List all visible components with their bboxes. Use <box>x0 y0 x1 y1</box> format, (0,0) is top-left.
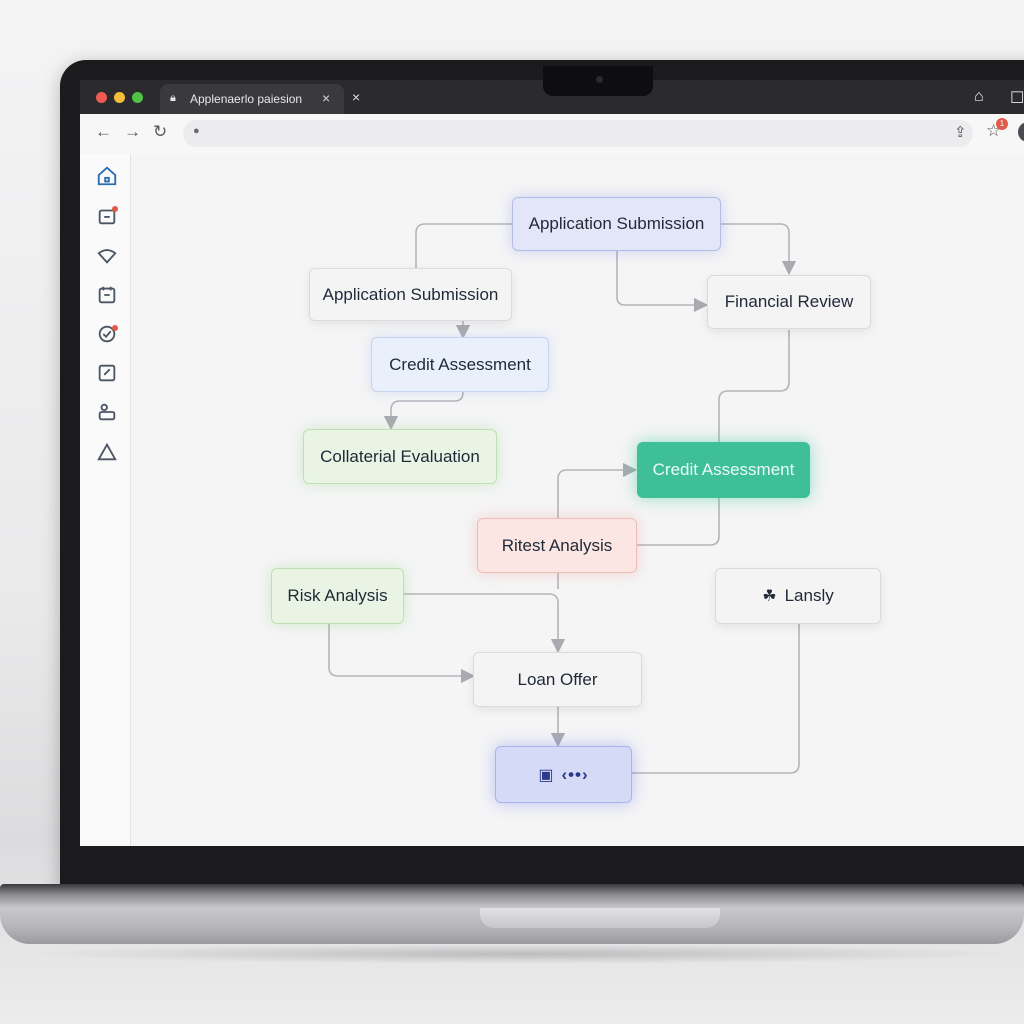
notification-dot <box>112 206 118 212</box>
laptop-base-notch <box>480 908 720 928</box>
node-label: Ritest Analysis <box>501 535 613 555</box>
address-bar[interactable] <box>183 120 973 147</box>
window-maximize-button[interactable] <box>132 92 143 103</box>
checkbox-icon[interactable] <box>96 362 118 384</box>
node-credit-assessment-highlight[interactable]: Credit Assessment <box>637 442 810 498</box>
warning-icon[interactable] <box>96 441 118 463</box>
node-label: Application Submission <box>528 214 705 233</box>
node-label: Credit Assessment <box>389 354 531 374</box>
app-area <box>80 154 1024 846</box>
camera-icon <box>596 76 603 83</box>
arrow-left-icon[interactable]: ← <box>95 122 112 142</box>
laptop-shadow <box>20 944 1024 964</box>
node-label: Lansly <box>784 586 834 605</box>
home-icon[interactable]: ⌂ <box>974 88 984 106</box>
notification-dot <box>112 325 118 331</box>
window-close-button[interactable] <box>96 92 107 103</box>
node-application-submission-left[interactable]: Application Submission <box>309 268 512 321</box>
arrow-right-icon[interactable]: → <box>124 122 141 142</box>
node-label: ‹••› <box>561 764 589 784</box>
users-icon[interactable] <box>96 401 118 423</box>
notification-badge: 1 <box>996 118 1008 130</box>
tab-title: Applenaerlo paiesion <box>190 92 303 106</box>
node-financial-review[interactable]: Financial Review <box>707 275 871 329</box>
lock-icon: ● <box>193 125 200 137</box>
node-risk-analysis[interactable]: Risk Analysis <box>271 568 404 624</box>
node-lansly[interactable]: ☘ Lansly <box>715 568 881 624</box>
chat-icon[interactable]: ☐ <box>1010 88 1024 108</box>
node-ritest-analysis[interactable]: Ritest Analysis <box>477 518 637 573</box>
close-icon[interactable]: × <box>352 89 360 105</box>
share-icon[interactable]: ⇪ <box>954 123 967 141</box>
node-label: Risk Analysis <box>287 586 388 605</box>
lock-icon: 🔒︎ <box>170 92 176 104</box>
window-minimize-button[interactable] <box>114 92 125 103</box>
tab-close-icon[interactable]: × <box>322 90 330 106</box>
node-label: Loan Offer <box>517 669 598 689</box>
node-label: Credit Assessment <box>652 460 795 479</box>
node-final[interactable]: ▣ ‹••› <box>495 746 632 803</box>
node-label: Collaterial Evaluation <box>320 446 480 466</box>
node-label: Application Submission <box>322 284 499 304</box>
browser-tab[interactable]: 🔒︎ Applenaerlo paiesion × <box>160 84 344 114</box>
home-icon[interactable] <box>96 165 118 187</box>
users-icon: ☘ <box>762 588 777 605</box>
node-credit-assessment[interactable]: Credit Assessment <box>371 337 549 392</box>
node-loan-offer[interactable]: Loan Offer <box>473 652 642 707</box>
square-dot-icon: ▣ <box>538 766 554 784</box>
wifi-icon[interactable] <box>96 245 118 267</box>
calendar-icon[interactable] <box>96 284 118 306</box>
node-application-submission-top[interactable]: Application Submission <box>512 197 721 251</box>
node-label: Financial Review <box>724 292 854 311</box>
reload-icon[interactable]: ↻ <box>153 122 167 142</box>
node-collateral-evaluation[interactable]: Collaterial Evaluation <box>303 429 497 484</box>
